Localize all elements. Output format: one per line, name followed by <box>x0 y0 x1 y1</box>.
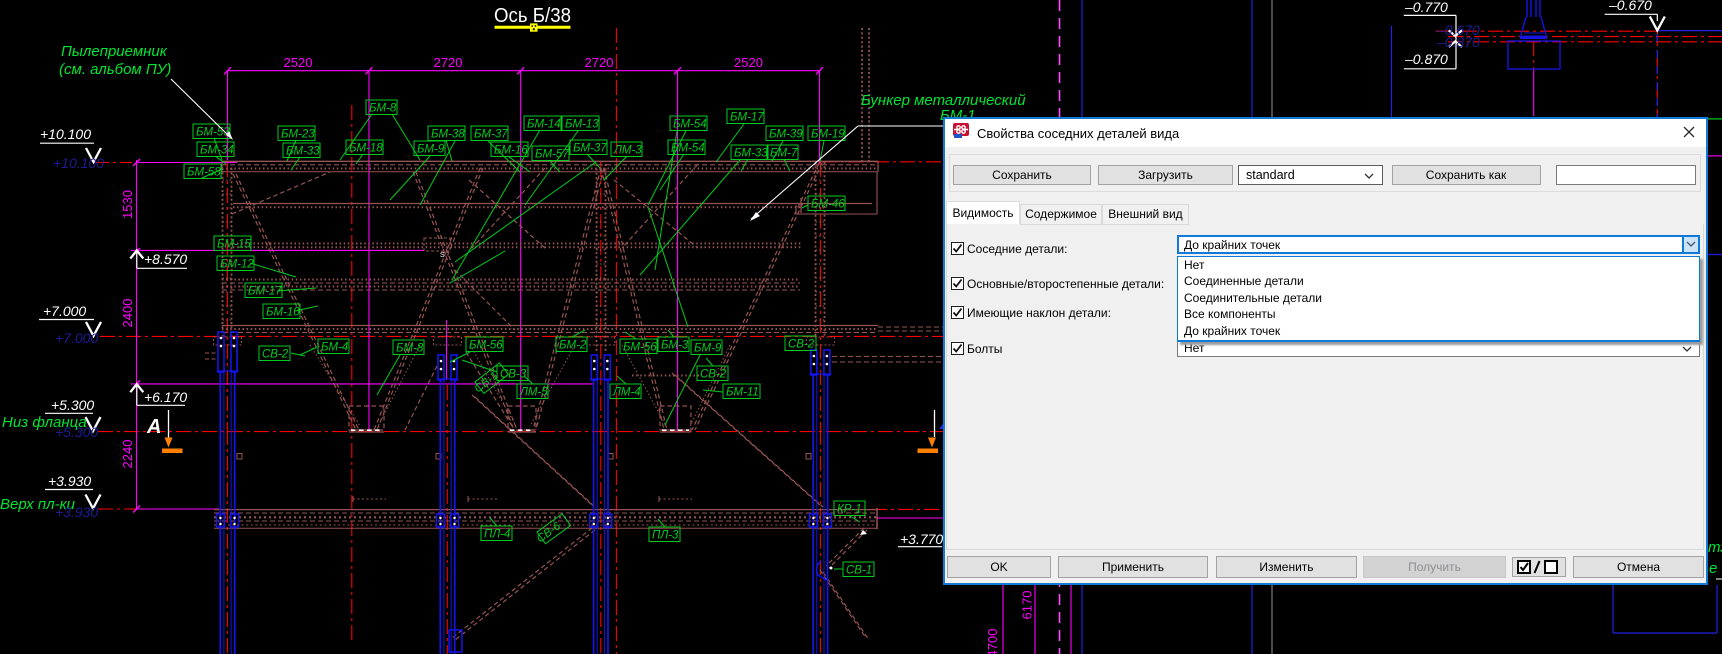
svg-text:+8.570: +8.570 <box>144 251 187 267</box>
svg-text:БМ-46: БМ-46 <box>811 199 845 211</box>
svg-text:БМ-33: БМ-33 <box>734 148 768 160</box>
svg-text:БМ-16: БМ-16 <box>494 145 528 157</box>
svg-text:БМ-54: БМ-54 <box>671 143 705 155</box>
svg-text:2520: 2520 <box>734 55 763 70</box>
svg-text:А: А <box>146 416 161 438</box>
svg-text:2720: 2720 <box>585 55 614 70</box>
svg-text:БМ-13: БМ-13 <box>565 119 599 131</box>
svg-text:е: е <box>1709 560 1717 577</box>
svg-text:2240: 2240 <box>120 440 135 469</box>
svg-text:ЛМ-3: ЛМ-3 <box>613 145 642 157</box>
svg-text:БМ-39: БМ-39 <box>769 129 803 141</box>
svg-text:S: S <box>440 252 445 259</box>
svg-text:БМ-17: БМ-17 <box>730 112 764 124</box>
svg-text:2520: 2520 <box>284 55 313 70</box>
svg-text:4700: 4700 <box>985 629 1000 654</box>
svg-text:БМ-54: БМ-54 <box>673 119 707 131</box>
svg-text:СВ-2: СВ-2 <box>788 339 815 351</box>
svg-text:БМ-9: БМ-9 <box>694 343 722 355</box>
svg-text:БМ-56: БМ-56 <box>469 340 503 352</box>
svg-text:Пылеприемник: Пылеприемник <box>61 43 168 60</box>
svg-text:–0.870: –0.870 <box>1404 51 1448 67</box>
svg-text:2720: 2720 <box>434 55 463 70</box>
svg-text:+7.000: +7.000 <box>55 330 98 346</box>
svg-text:БМ-14: БМ-14 <box>527 119 561 131</box>
svg-text:БМ-3: БМ-3 <box>661 340 689 352</box>
svg-text:БМ-23: БМ-23 <box>281 129 315 141</box>
svg-text:БМ-8: БМ-8 <box>396 343 424 355</box>
svg-text:БМ-37: БМ-37 <box>573 143 607 155</box>
svg-text:БМ-8: БМ-8 <box>369 103 397 115</box>
svg-text:–0.770: –0.770 <box>1404 0 1448 15</box>
svg-text:БМ-10: БМ-10 <box>266 307 300 319</box>
svg-text:+5.300: +5.300 <box>55 424 98 440</box>
svg-text:СВ-3: СВ-3 <box>500 369 527 381</box>
svg-text:+7.000: +7.000 <box>43 303 86 319</box>
svg-text:6170: 6170 <box>1020 591 1035 620</box>
svg-text:–0.670: –0.670 <box>1608 0 1652 13</box>
svg-text:(см. альбом ПУ): (см. альбом ПУ) <box>59 61 171 78</box>
svg-text:+10.100: +10.100 <box>40 126 91 142</box>
svg-text:+10.100: +10.100 <box>53 155 104 171</box>
svg-text:ЛМ-4: ЛМ-4 <box>612 387 641 399</box>
svg-text:2400: 2400 <box>120 299 135 328</box>
svg-text:ПЛ-3: ПЛ-3 <box>652 530 679 542</box>
svg-text:1530: 1530 <box>120 190 135 219</box>
svg-text:БМ-2: БМ-2 <box>559 340 587 352</box>
svg-text:БМ-15: БМ-15 <box>217 239 251 251</box>
svg-text:ПЛ-4: ПЛ-4 <box>484 529 510 541</box>
svg-text:+5.300: +5.300 <box>51 397 94 413</box>
svg-text:+3.930: +3.930 <box>48 473 91 489</box>
svg-text:БМ-38: БМ-38 <box>431 129 465 141</box>
svg-text:ЛМ-5: ЛМ-5 <box>519 387 548 399</box>
svg-text:КР-1: КР-1 <box>837 504 862 516</box>
svg-text:БМ-17: БМ-17 <box>248 286 282 298</box>
svg-text:+3.930: +3.930 <box>55 504 98 520</box>
svg-text:БМ-9: БМ-9 <box>417 144 445 156</box>
svg-text:–0.870: –0.870 <box>1436 34 1480 50</box>
svg-text:СВ-2: СВ-2 <box>262 349 289 361</box>
svg-text:БМ-4: БМ-4 <box>321 342 348 354</box>
svg-text:+6.170: +6.170 <box>144 389 187 405</box>
svg-text:БМ-37: БМ-37 <box>474 129 508 141</box>
svg-text:БМ-18: БМ-18 <box>349 143 383 155</box>
svg-text:БМ-19: БМ-19 <box>811 129 845 141</box>
svg-text:БМ-11: БМ-11 <box>726 387 759 399</box>
svg-text:СВ-1: СВ-1 <box>846 565 872 577</box>
svg-text:СВ-2: СВ-2 <box>700 369 727 381</box>
svg-text:+3.770: +3.770 <box>900 531 943 547</box>
svg-text:БМ-56: БМ-56 <box>623 342 657 354</box>
svg-text:тз: тз <box>1708 539 1722 556</box>
svg-text:БМ-12: БМ-12 <box>220 259 254 271</box>
